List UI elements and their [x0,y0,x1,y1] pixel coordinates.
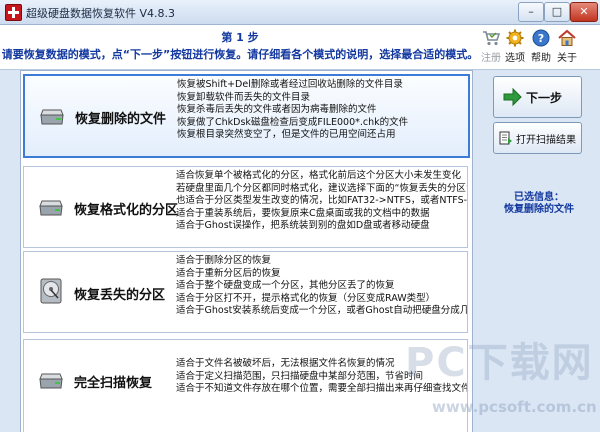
maximize-button[interactable]: □ [544,2,570,22]
mode-option-recover-lost-partition[interactable]: 恢复丢失的分区 适合于删除分区的恢复 适合于重新分区后的恢复 适合于整个硬盘变成… [23,251,468,333]
cart-icon [483,31,500,46]
mode-description: 适合恢复单个被格式化的分区，格式化前后这个分区大小未发生变化 若硬盘里面几个分区… [176,170,468,231]
mode-option-recover-formatted[interactable]: 恢复格式化的分区 适合恢复单个被格式化的分区，格式化前后这个分区大小未发生变化 … [23,166,468,248]
open-scan-results-button[interactable]: 打开扫描结果 [493,122,582,154]
arrow-right-icon [503,87,522,107]
help-icon: ? [532,29,550,47]
title-bar[interactable]: 超级硬盘数据恢复软件 V4.8.3 – □ ✕ [0,0,600,25]
window-title: 超级硬盘数据恢复软件 V4.8.3 [26,7,176,20]
next-step-label: 下一步 [526,91,563,105]
about-tool[interactable]: 关于 [552,29,582,67]
app-logo-icon [5,4,22,21]
instruction-text: 请要恢复数据的模式，点“下一步”按钮进行恢复。请仔细看各个模式的说明，选择最合适… [1,48,479,61]
open-file-icon [499,131,512,145]
watermark-url: www.pcsoft.com.cn [432,398,597,416]
gear-icon [506,29,524,47]
about-label: 关于 [557,53,577,64]
mode-description: 适合于删除分区的恢复 适合于重新分区后的恢复 适合于整个硬盘变成一个分区，其他分… [176,255,468,316]
mode-option-recover-deleted[interactable]: 恢复删除的文件 恢复被Shift+Del删除或者经过回收站删除的文件目录 恢复卸… [23,74,470,158]
home-icon [558,29,576,46]
header-bar: 第 1 步 请要恢复数据的模式，点“下一步”按钮进行恢复。请仔细看各个模式的说明… [0,25,600,70]
minimize-button[interactable]: – [518,2,544,22]
mode-name: 恢复删除的文件 [75,112,167,127]
hard-disk-icon [40,109,64,125]
mode-name: 完全扫描恢复 [74,376,153,391]
mode-name: 恢复格式化的分区 [74,203,179,218]
next-step-button[interactable]: 下一步 [493,76,582,118]
close-button[interactable]: ✕ [570,2,598,22]
step-title: 第 1 步 [221,31,259,44]
hard-disk-icon [39,200,63,216]
hard-disk-icon [39,373,63,389]
watermark-text: PC下载网 [405,340,594,386]
mode-description: 恢复被Shift+Del删除或者经过回收站删除的文件目录 恢复卸载软件而丢失的文… [177,79,409,140]
mode-option-full-scan[interactable]: 完全扫描恢复 适合于文件名被破坏后，无法根据文件名恢复的情况 适合于定义扫描范围… [23,339,468,432]
app-window: 超级硬盘数据恢复软件 V4.8.3 – □ ✕ 第 1 步 请要恢复数据的模式，… [0,0,600,432]
svg-text:?: ? [538,32,544,45]
selection-info-value: 恢复删除的文件 [504,204,574,215]
hard-drive-platter-icon [40,278,62,304]
mode-name: 恢复丢失的分区 [74,288,166,303]
open-scan-results-label: 打开扫描结果 [516,135,576,146]
